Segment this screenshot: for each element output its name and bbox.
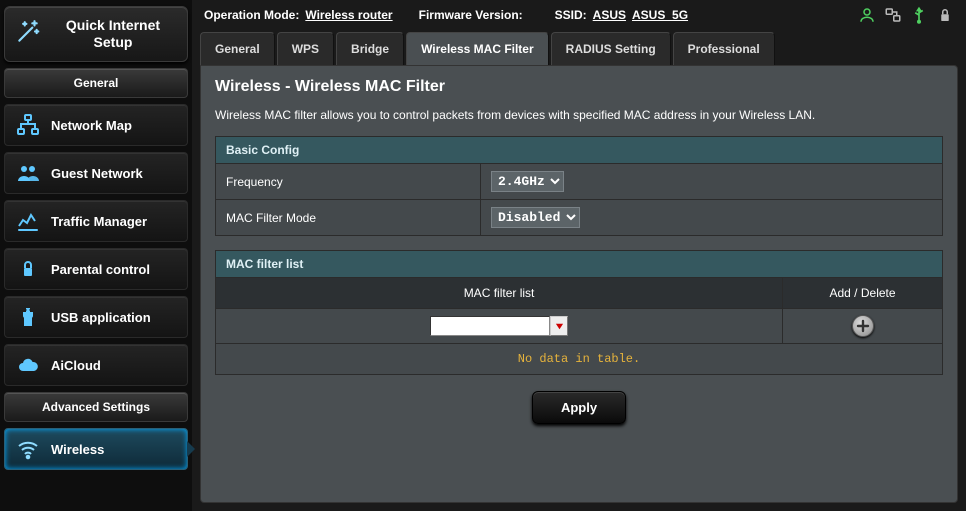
- sidebar: Quick Internet Setup General Network Map…: [0, 0, 192, 511]
- ssid-value-2[interactable]: ASUS_5G: [632, 8, 688, 22]
- sidebar-section-advanced: Advanced Settings: [4, 392, 188, 422]
- page-description: Wireless MAC filter allows you to contro…: [215, 108, 943, 122]
- mac-address-dropdown-button[interactable]: [550, 316, 568, 336]
- sidebar-item-label: Guest Network: [51, 166, 143, 181]
- wireless-icon: [15, 436, 41, 462]
- sidebar-item-network-map[interactable]: Network Map: [4, 104, 188, 146]
- sidebar-item-label: Network Map: [51, 118, 132, 133]
- mac-filter-mode-select[interactable]: Disabled: [491, 207, 580, 228]
- ssid-label: SSID:: [555, 8, 587, 22]
- sidebar-item-wireless[interactable]: Wireless: [4, 428, 188, 470]
- firmware-label: Firmware Version:: [419, 8, 523, 22]
- content-panel: Wireless - Wireless MAC Filter Wireless …: [200, 65, 958, 503]
- op-mode-label: Operation Mode:: [204, 8, 299, 22]
- tab-wps[interactable]: WPS: [277, 32, 334, 65]
- mac-filter-list-header: MAC filter list: [216, 251, 943, 278]
- qis-label: Quick Internet Setup: [49, 17, 177, 51]
- security-status-icon[interactable]: [936, 6, 954, 24]
- parental-control-icon: [15, 256, 41, 282]
- tab-bridge[interactable]: Bridge: [336, 32, 404, 65]
- sidebar-item-parental-control[interactable]: Parental control: [4, 248, 188, 290]
- basic-config-header: Basic Config: [216, 137, 943, 164]
- tab-professional[interactable]: Professional: [673, 32, 775, 65]
- page-title: Wireless - Wireless MAC Filter: [215, 78, 943, 96]
- tab-wireless-mac-filter[interactable]: Wireless MAC Filter: [406, 32, 549, 65]
- sidebar-item-label: Traffic Manager: [51, 214, 147, 229]
- op-mode-value[interactable]: Wireless router: [305, 8, 392, 22]
- wand-icon: [15, 19, 41, 49]
- no-data-message: No data in table.: [216, 344, 943, 375]
- tab-general[interactable]: General: [200, 32, 275, 65]
- network-map-icon: [15, 112, 41, 138]
- usb-status-icon[interactable]: [910, 6, 928, 24]
- quick-internet-setup-button[interactable]: Quick Internet Setup: [4, 6, 188, 62]
- frequency-label: Frequency: [216, 164, 481, 200]
- sidebar-item-aicloud[interactable]: AiCloud: [4, 344, 188, 386]
- usb-application-icon: [15, 304, 41, 330]
- sidebar-item-label: USB application: [51, 310, 151, 325]
- sidebar-section-general: General: [4, 68, 188, 98]
- top-status-bar: Operation Mode: Wireless router Firmware…: [200, 4, 958, 26]
- sidebar-item-guest-network[interactable]: Guest Network: [4, 152, 188, 194]
- traffic-manager-icon: [15, 208, 41, 234]
- guest-network-icon: [15, 160, 41, 186]
- add-mac-button[interactable]: [852, 315, 874, 337]
- basic-config-table: Basic Config Frequency 2.4GHz MAC Filter…: [215, 136, 943, 236]
- client-status-icon[interactable]: [858, 6, 876, 24]
- tab-bar: General WPS Bridge Wireless MAC Filter R…: [200, 32, 958, 65]
- sidebar-item-label: AiCloud: [51, 358, 101, 373]
- tab-radius-setting[interactable]: RADIUS Setting: [551, 32, 671, 65]
- sidebar-item-label: Parental control: [51, 262, 150, 277]
- col-mac-header: MAC filter list: [216, 278, 783, 309]
- frequency-select[interactable]: 2.4GHz: [491, 171, 564, 192]
- network-status-icon[interactable]: [884, 6, 902, 24]
- aicloud-icon: [15, 352, 41, 378]
- mac-address-combo: [430, 316, 568, 336]
- col-action-header: Add / Delete: [783, 278, 943, 309]
- main-area: Operation Mode: Wireless router Firmware…: [192, 0, 966, 511]
- sidebar-item-label: Wireless: [51, 442, 104, 457]
- status-icons: [858, 6, 954, 24]
- apply-button[interactable]: Apply: [532, 391, 626, 424]
- mac-filter-list-table: MAC filter list MAC filter list Add / De…: [215, 250, 943, 375]
- mode-label: MAC Filter Mode: [216, 200, 481, 236]
- mac-address-input[interactable]: [430, 316, 550, 336]
- sidebar-item-traffic-manager[interactable]: Traffic Manager: [4, 200, 188, 242]
- sidebar-item-usb-application[interactable]: USB application: [4, 296, 188, 338]
- ssid-value-1[interactable]: ASUS: [593, 8, 626, 22]
